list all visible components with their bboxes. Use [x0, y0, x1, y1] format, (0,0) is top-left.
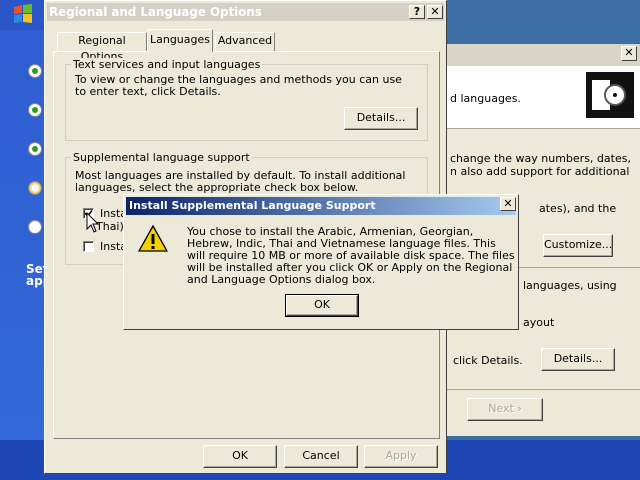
bg-text-6: ayout: [523, 316, 555, 329]
popup-titlebar: Install Supplemental Language Support: [126, 197, 516, 215]
tab-languages[interactable]: Languages: [147, 29, 213, 52]
customize-button[interactable]: Customize...: [543, 234, 613, 257]
setup-step-radio-5: [28, 220, 42, 234]
supplemental-description: Most languages are installed by default.…: [75, 169, 406, 194]
east-asian-checkbox[interactable]: [83, 241, 94, 252]
popup-ok-button[interactable]: OK: [285, 294, 359, 317]
setup-step-radio-current: [28, 181, 42, 195]
windows-logo-icon: [14, 4, 32, 23]
dialog-close-button[interactable]: ✕: [427, 5, 443, 19]
popup-title: Install Supplemental Language Support: [129, 199, 376, 212]
dialog-titlebar: Regional and Language Options: [47, 3, 444, 21]
bg-details-button[interactable]: Details...: [541, 348, 615, 371]
bg-text-4: ates), and the: [539, 202, 617, 215]
bg-text-5: languages, using: [523, 279, 617, 292]
ok-button[interactable]: OK: [203, 445, 277, 468]
text-services-description: To view or change the languages and meth…: [75, 73, 402, 98]
language-setup-icon: [586, 72, 634, 118]
supplemental-group-label: Supplemental language support: [71, 151, 252, 164]
bg-text-1: d languages.: [450, 92, 521, 105]
bg-divider-2: [447, 389, 640, 390]
tab-advanced[interactable]: Advanced: [215, 32, 275, 51]
complex-script-checkbox-sub: Thai): [96, 220, 124, 233]
text-services-group-label: Text services and input languages: [71, 58, 263, 71]
popup-close-button[interactable]: ✕: [500, 197, 516, 211]
cancel-button[interactable]: Cancel: [284, 445, 358, 468]
setup-wizard-titlebar: [447, 44, 640, 66]
setup-step-radio-2: [28, 103, 42, 117]
help-button[interactable]: ?: [409, 5, 425, 19]
tab-regional-options[interactable]: Regional Options: [57, 32, 147, 63]
mouse-cursor-icon: [86, 212, 100, 233]
bg-text-2: change the way numbers, dates,: [450, 152, 631, 165]
warning-icon: [138, 224, 168, 252]
apply-button[interactable]: Apply: [364, 445, 438, 468]
bg-text-7: click Details.: [453, 354, 523, 367]
setup-step-radio-3: [28, 142, 42, 156]
text-services-details-button[interactable]: Details...: [344, 107, 418, 130]
popup-message: You chose to install the Arabic, Armenia…: [187, 225, 515, 286]
setup-step-radio-1: [28, 64, 42, 78]
dialog-title: Regional and Language Options: [49, 5, 262, 19]
setup-wizard-close-button[interactable]: ✕: [621, 46, 637, 61]
bg-text-3: n also add support for additional: [450, 165, 630, 178]
install-supplemental-dialog: Install Supplemental Language Support ✕ …: [123, 194, 519, 330]
next-button[interactable]: Next ›: [467, 398, 543, 421]
